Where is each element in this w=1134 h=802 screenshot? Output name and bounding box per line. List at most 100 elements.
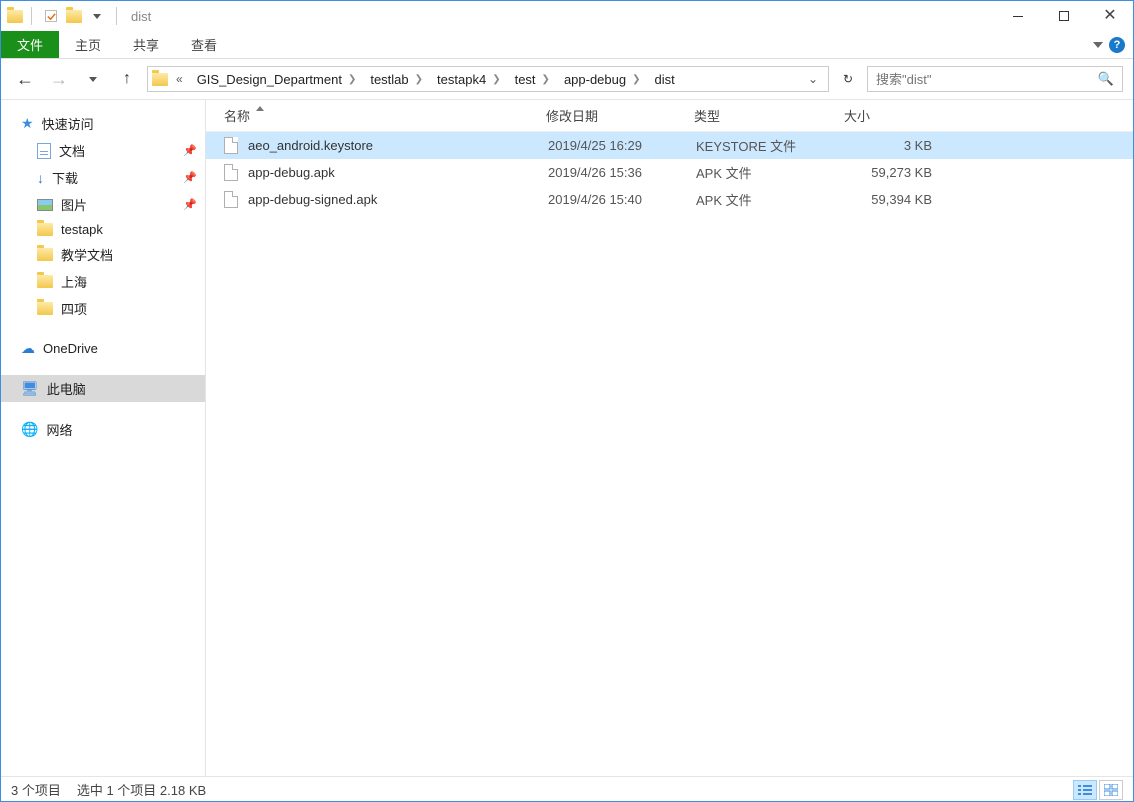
qat-properties-button[interactable] [40, 5, 62, 27]
tab-view[interactable]: 查看 [175, 31, 233, 58]
path-dropdown-button[interactable]: ⌄ [802, 72, 824, 86]
chevron-right-icon: ❯ [348, 74, 356, 85]
sidebar-item-label: 此电脑 [47, 379, 86, 398]
minimize-button[interactable] [995, 1, 1041, 31]
search-input[interactable] [876, 72, 1098, 87]
sidebar-item-label: 上海 [61, 272, 87, 291]
nav-history-button[interactable] [79, 65, 107, 93]
folder-icon [37, 223, 53, 236]
sidebar-item-folder[interactable]: 教学文档 [1, 241, 205, 268]
sidebar-item-folder[interactable]: testapk [1, 218, 205, 241]
details-view-icon [1078, 784, 1092, 796]
breadcrumb[interactable]: dist [649, 67, 681, 91]
file-row[interactable]: app-debug.apk 2019/4/26 15:36 APK 文件 59,… [206, 159, 1133, 186]
path-overflow[interactable]: « [170, 72, 189, 86]
folder-icon [37, 275, 53, 288]
sidebar-item-quick-access[interactable]: ★快速访问 [1, 110, 205, 137]
sidebar-item-thispc[interactable]: 🖥 此电脑 [1, 375, 205, 402]
pin-icon: 📌 [183, 171, 197, 184]
column-name[interactable]: 名称 [224, 106, 546, 125]
breadcrumb[interactable]: test ❯ [509, 67, 556, 91]
column-label: 大小 [844, 106, 870, 125]
file-date: 2019/4/25 16:29 [548, 138, 696, 153]
nav-up-button[interactable]: ↑ [113, 65, 141, 93]
view-details-button[interactable] [1073, 780, 1097, 800]
close-button[interactable]: ✕ [1087, 1, 1133, 31]
sidebar-item-folder[interactable]: 上海 [1, 268, 205, 295]
file-name: aeo_android.keystore [248, 138, 548, 153]
folder-icon [66, 10, 82, 23]
caret-down-icon [93, 14, 101, 19]
window-title: dist [127, 9, 155, 24]
sidebar-item-label: 快速访问 [42, 114, 94, 133]
file-icon [224, 190, 240, 210]
chevron-right-icon: ❯ [415, 74, 423, 85]
navigation-pane: ★快速访问 文档📌 ↓ 下载 📌 图片📌 testapk 教学文档 上海 四项 ☁O… [1, 100, 206, 776]
breadcrumb[interactable]: testapk4❯ [431, 67, 507, 91]
breadcrumb-label: GIS_Design_Department [197, 72, 342, 87]
tab-share[interactable]: 共享 [117, 31, 175, 58]
arrow-right-icon: → [50, 69, 68, 90]
column-size[interactable]: 大小 [844, 106, 934, 125]
file-date: 2019/4/26 15:40 [548, 192, 696, 207]
close-icon: ✕ [1103, 8, 1116, 24]
chevron-right-icon: ❯ [632, 74, 640, 85]
ribbon-expand-icon[interactable] [1093, 42, 1103, 48]
sidebar-item-onedrive[interactable]: ☁OneDrive [1, 336, 205, 361]
breadcrumb[interactable]: app-debug❯ [558, 67, 647, 91]
file-size: 59,394 KB [846, 192, 936, 207]
breadcrumb-label: testapk4 [437, 72, 486, 87]
nav-forward-button[interactable]: → [45, 65, 73, 93]
sidebar-item-downloads[interactable]: ↓ 下载 📌 [1, 164, 205, 191]
file-pane: 名称 修改日期 类型 大小 aeo_android.keystore 2019/… [206, 100, 1133, 776]
qat-customize-button[interactable] [86, 5, 108, 27]
tab-home[interactable]: 主页 [59, 31, 117, 58]
file-icon [224, 163, 240, 183]
status-selection: 选中 1 个项目 2.18 KB [77, 780, 206, 799]
file-row[interactable]: app-debug-signed.apk 2019/4/26 15:40 APK… [206, 186, 1133, 213]
folder-icon [7, 10, 23, 23]
breadcrumb-label: test [515, 72, 536, 87]
search-icon: 🔍 [1098, 71, 1114, 87]
view-toggle [1073, 780, 1123, 800]
sidebar-item-pictures[interactable]: 图片📌 [1, 191, 205, 218]
search-box[interactable]: 🔍 [867, 66, 1123, 92]
folder-icon [37, 302, 53, 315]
separator [31, 7, 32, 25]
pc-icon: 🖥 [21, 380, 39, 397]
cloud-icon: ☁ [21, 340, 35, 357]
sidebar-item-documents[interactable]: 文档📌 [1, 137, 205, 164]
nav-back-button[interactable]: ← [11, 65, 39, 93]
sidebar-item-network[interactable]: 🌐网络 [1, 416, 205, 443]
tab-file[interactable]: 文件 [1, 31, 59, 58]
folder-icon [152, 73, 168, 86]
refresh-button[interactable]: ↻ [835, 66, 861, 92]
sidebar-item-label: 下载 [52, 168, 78, 187]
sidebar-item-folder[interactable]: 四项 [1, 295, 205, 322]
ribbon-tabs: 文件 主页 共享 查看 ? [1, 31, 1133, 59]
sidebar-item-label: testapk [61, 222, 103, 237]
network-icon: 🌐 [21, 421, 38, 438]
breadcrumb[interactable]: testlab❯ [364, 67, 429, 91]
address-path[interactable]: « GIS_Design_Department❯ testlab❯ testap… [147, 66, 829, 92]
file-icon [224, 136, 240, 156]
maximize-button[interactable] [1041, 1, 1087, 31]
file-size: 3 KB [846, 138, 936, 153]
checkbox-icon [45, 10, 57, 22]
breadcrumb[interactable]: GIS_Design_Department ❯ [191, 67, 363, 91]
column-date[interactable]: 修改日期 [546, 106, 694, 125]
file-row[interactable]: aeo_android.keystore 2019/4/25 16:29 KEY… [206, 132, 1133, 159]
sort-ascending-icon [256, 106, 264, 111]
sidebar-item-label: 图片 [61, 195, 87, 214]
file-type: APK 文件 [696, 163, 846, 182]
file-size: 59,273 KB [846, 165, 936, 180]
large-icons-view-icon [1104, 784, 1118, 796]
view-large-button[interactable] [1099, 780, 1123, 800]
chevron-right-icon: ❯ [542, 74, 550, 85]
folder-icon [37, 248, 53, 261]
sidebar-item-label: 教学文档 [61, 245, 113, 264]
help-button[interactable]: ? [1109, 37, 1125, 53]
download-icon: ↓ [37, 170, 44, 186]
arrow-up-icon: ↑ [123, 70, 131, 88]
column-type[interactable]: 类型 [694, 106, 844, 125]
